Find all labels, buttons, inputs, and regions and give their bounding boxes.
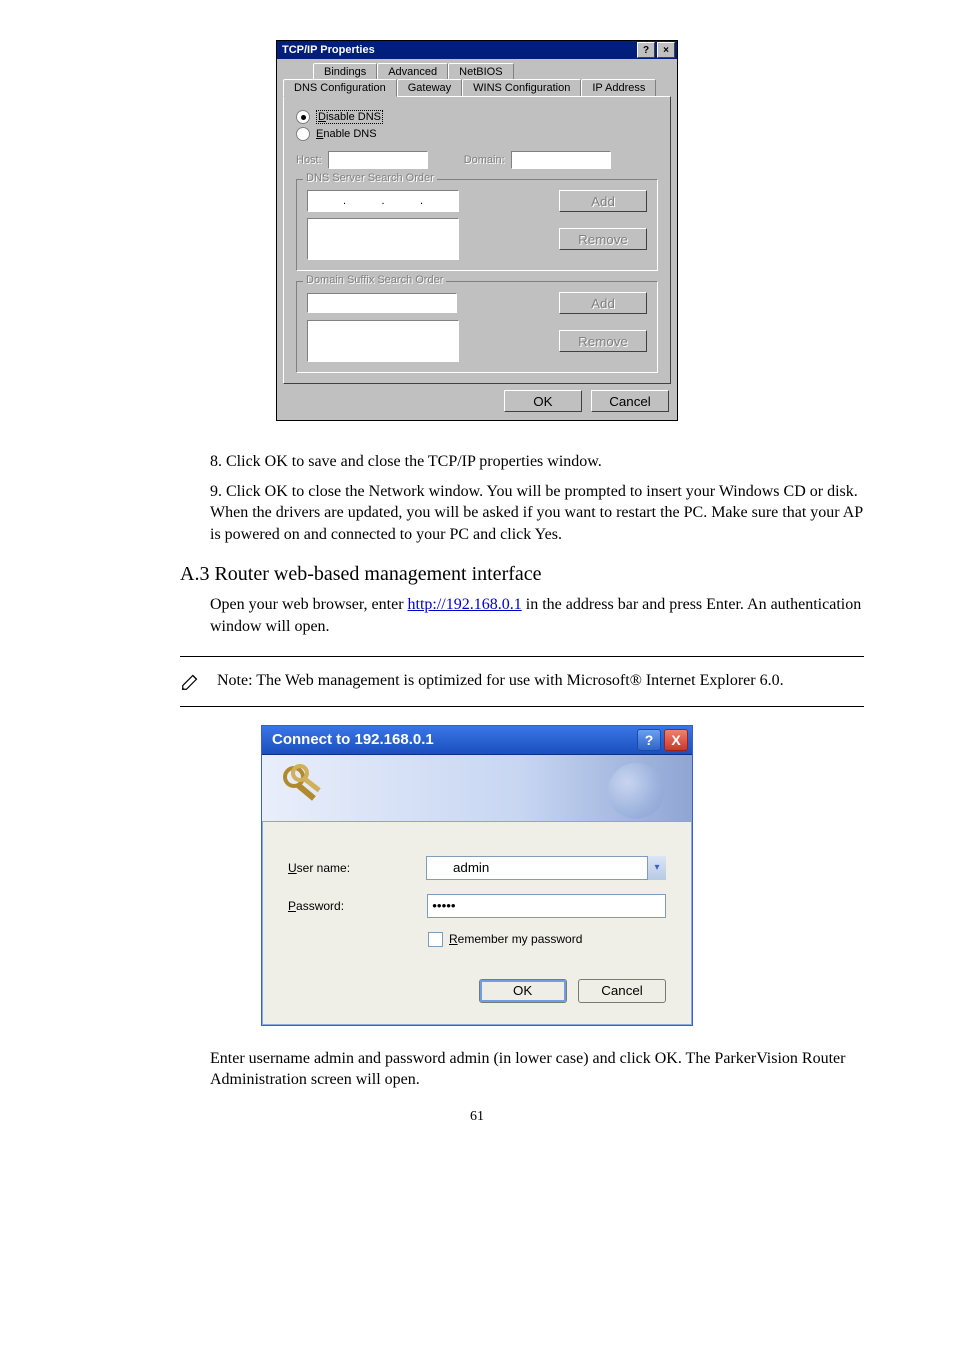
globe-icon [608,763,664,819]
pencil-icon [180,670,202,692]
step-9: 9. Click OK to close the Network window.… [210,481,864,546]
step-8: 8. Click OK to save and close the TCP/IP… [210,451,864,473]
password-input[interactable] [427,894,666,918]
radio-disable-dns[interactable]: Disable DNS [296,110,658,124]
radio-icon [296,110,310,124]
cancel-button[interactable]: Cancel [578,979,666,1003]
remove-button: Remove [559,228,647,250]
username-combo[interactable]: ▾ [426,856,666,880]
dialog-title: TCP/IP Properties [279,44,635,56]
add-button: Add [559,190,647,212]
note-block: Note: The Web management is optimized fo… [180,656,864,707]
ok-button[interactable]: OK [479,979,567,1003]
host-input [328,151,428,169]
domain-suffix-search-order-group: Domain Suffix Search Order Add Remove [296,281,658,373]
username-label: User name: [288,861,426,875]
tab-wins-configuration[interactable]: WINS Configuration [462,79,581,97]
titlebar: Connect to 192.168.0.1 ? X [262,726,692,755]
tab-netbios[interactable]: NetBIOS [448,63,513,80]
remove-button: Remove [559,330,647,352]
section-para: Open your web browser, enter http://192.… [210,594,864,637]
help-icon[interactable]: ? [637,42,655,58]
remember-checkbox[interactable] [428,932,443,947]
dns-ip-input: ... [307,190,459,212]
username-input[interactable] [426,856,666,880]
suffix-input [307,293,457,313]
page-number: 61 [90,1109,864,1125]
tab-bindings[interactable]: Bindings [313,63,377,80]
radio-icon [296,127,310,141]
dialog-banner [262,755,692,822]
connect-to-dialog: Connect to 192.168.0.1 ? X User name: ▾ [261,725,693,1026]
tab-ip-address[interactable]: IP Address [581,79,656,97]
domain-input [511,151,611,169]
tab-gateway[interactable]: Gateway [397,79,462,97]
suffix-list [307,320,459,362]
chevron-down-icon[interactable]: ▾ [647,856,666,880]
group-legend: Domain Suffix Search Order [303,274,446,286]
add-button: Add [559,292,647,314]
dialog-title: Connect to 192.168.0.1 [266,731,637,748]
close-icon[interactable]: X [664,729,688,751]
note-text: Note: The Web management is optimized fo… [217,672,784,690]
password-label: Password: [288,899,427,913]
tab-advanced[interactable]: Advanced [377,63,448,80]
domain-label: Domain: [464,154,505,166]
titlebar: TCP/IP Properties ? × [277,41,677,59]
cancel-button[interactable]: Cancel [591,390,669,412]
closing-para: Enter username admin and password admin … [210,1048,864,1091]
router-url-link[interactable]: http://192.168.0.1 [408,596,522,613]
section-heading: A.3 Router web-based management interfac… [180,563,864,586]
radio-enable-dns[interactable]: Enable DNS [296,127,658,141]
help-icon[interactable]: ? [637,729,661,751]
ok-button[interactable]: OK [504,390,582,412]
keys-icon [280,763,330,813]
dns-list [307,218,459,260]
tab-dns-configuration[interactable]: DNS Configuration [283,79,397,97]
group-legend: DNS Server Search Order [303,172,437,184]
tcpip-properties-dialog: TCP/IP Properties ? × Bindings Advanced … [276,40,678,421]
close-icon[interactable]: × [657,42,675,58]
dns-server-search-order-group: DNS Server Search Order ... Add Remove [296,179,658,271]
host-label: Host: [296,154,322,166]
remember-label: Remember my password [449,932,582,946]
